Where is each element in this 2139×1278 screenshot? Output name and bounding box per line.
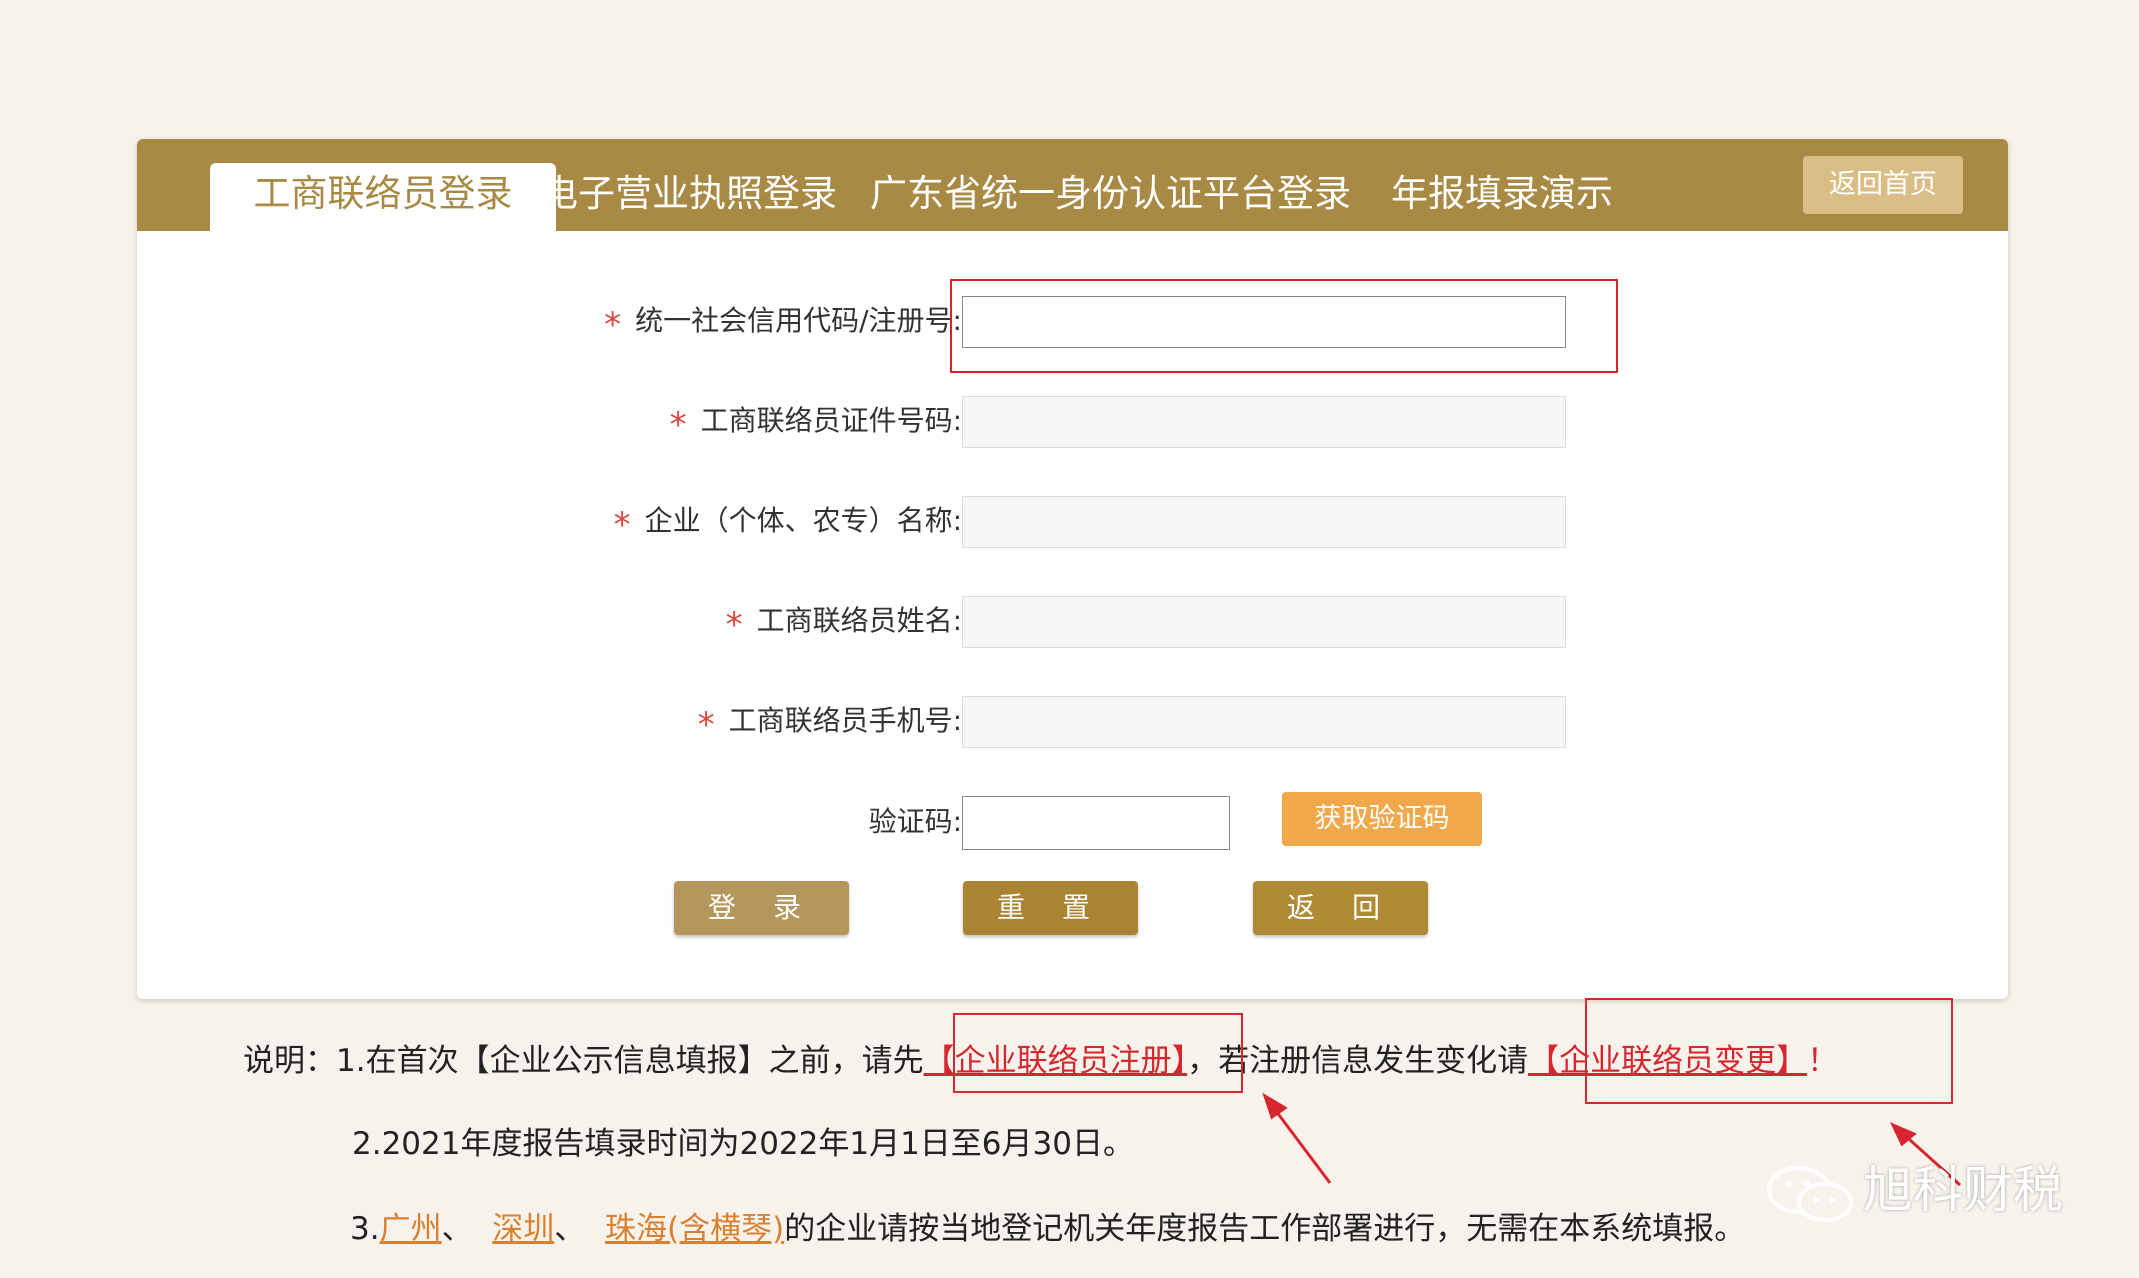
arrow-register-line — [1268, 1102, 1332, 1184]
watermark: 旭科财税 — [1765, 1150, 2063, 1224]
page: 工商联络员登录 电子营业执照登录 广东省统一身份认证平台登录 年报填录演示 返回… — [0, 0, 2139, 1278]
annotation-arrows — [1262, 1092, 1962, 1187]
arrow-register-head — [1262, 1092, 1288, 1120]
watermark-text: 旭科财税 — [1863, 1161, 2063, 1219]
wechat-icon — [1765, 1164, 1857, 1224]
